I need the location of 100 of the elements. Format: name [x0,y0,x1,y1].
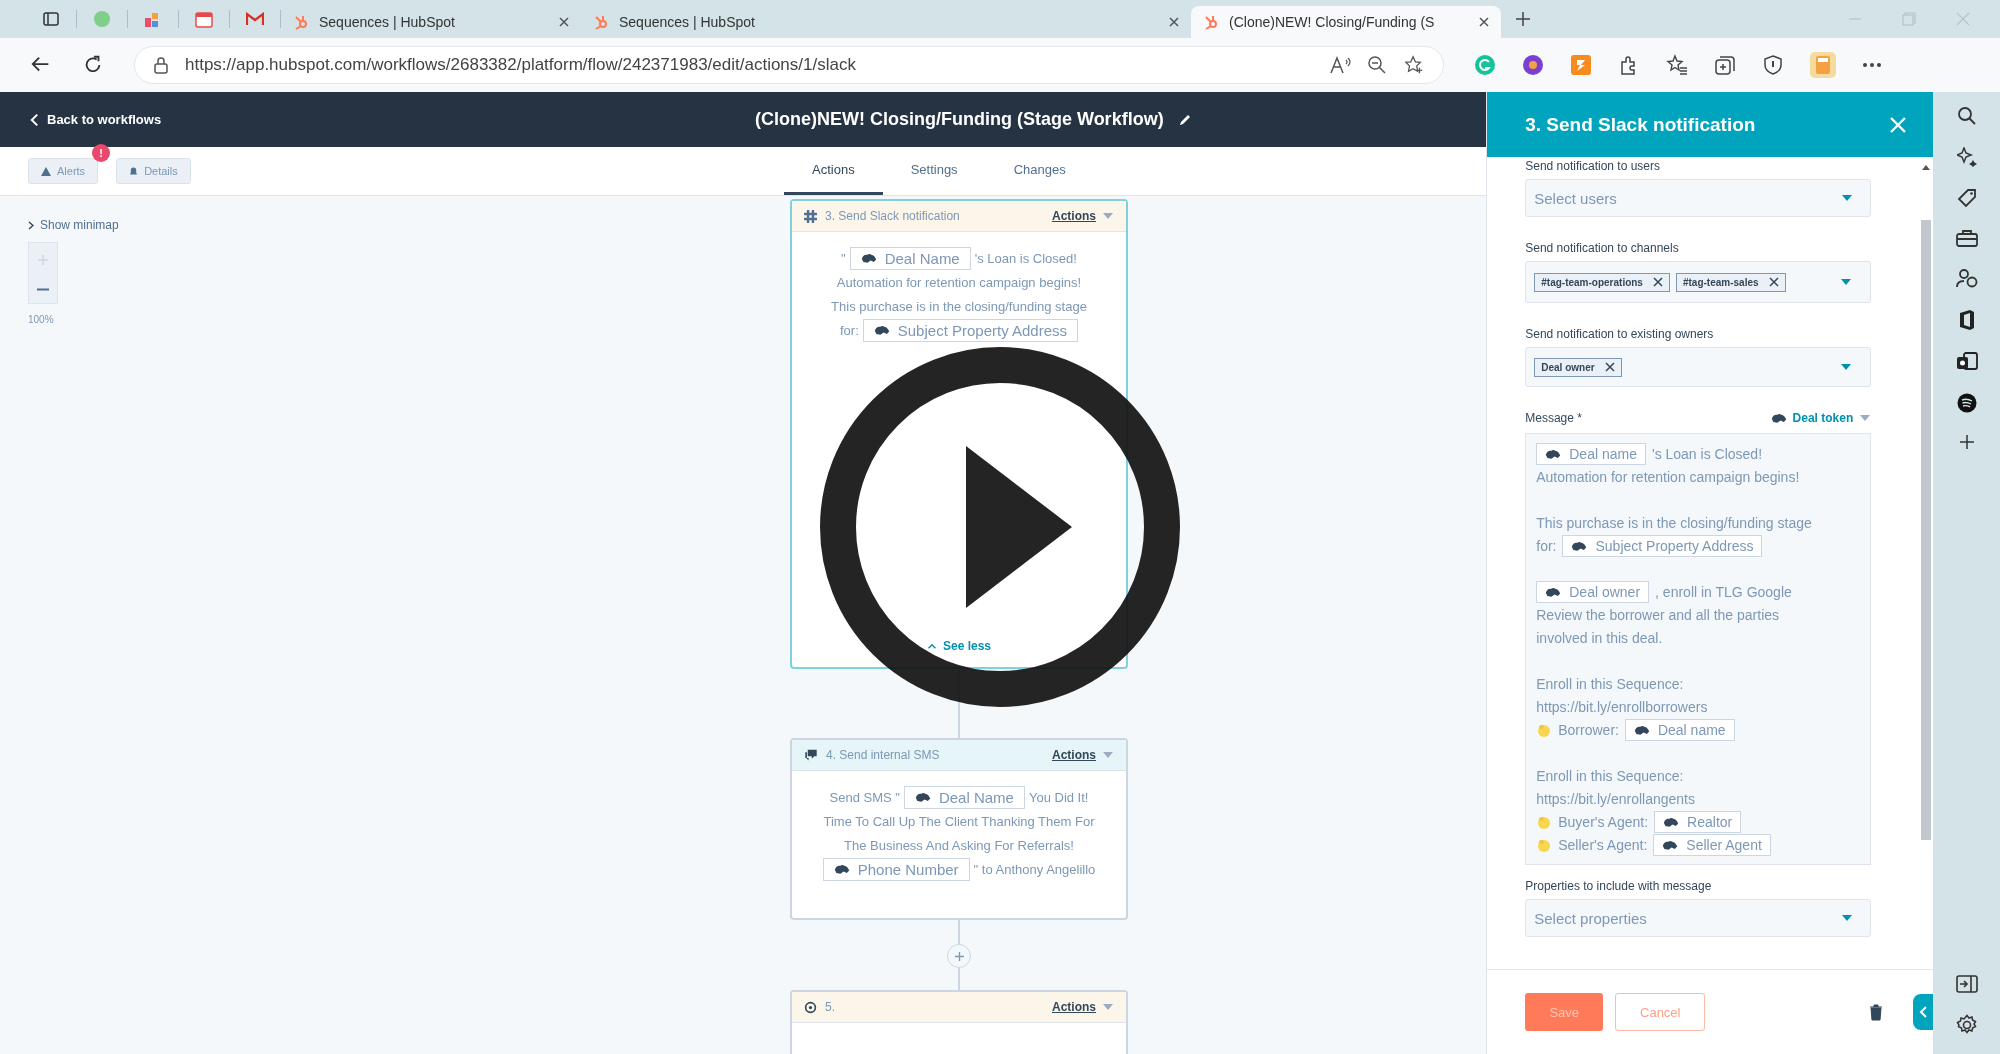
handshake-icon [833,863,850,875]
field-label: Send notification to channels [1525,241,1680,255]
trash-icon[interactable] [1869,1003,1884,1021]
message-text: Automation for retention campaign begins! [836,274,1082,290]
read-aloud-icon[interactable] [1329,55,1351,75]
search-icon[interactable] [1956,106,1977,126]
message-text: Automation for retention campaign begins! [1536,468,1800,485]
zoom-out-icon[interactable] [37,288,49,292]
select-field[interactable]: Select properties [1525,899,1872,937]
property-token[interactable]: Deal owner [1536,580,1650,603]
browser-tab[interactable]: Sequences | HubSpot [281,6,581,38]
slack-icon [804,209,817,223]
more-icon[interactable] [1862,62,1882,68]
actions-link[interactable]: Actions [1052,209,1096,223]
add-icon[interactable] [1958,434,1975,450]
person-icon[interactable] [1955,268,1978,288]
caret-icon [1859,414,1872,422]
multi-select-field[interactable]: #tag-team-operations #tag-team-sales [1525,261,1872,303]
collections-icon[interactable] [1714,54,1736,76]
token-menu[interactable]: Deal token [1770,411,1872,425]
bell-icon [129,166,139,176]
tag-chip[interactable]: #tag-team-operations [1534,272,1670,292]
chat-icon [804,748,818,762]
action-card[interactable]: 5. Actions [790,990,1128,1054]
property-token[interactable]: Seller Agent [1653,833,1771,856]
browser-tab[interactable]: (Clone)NEW! Closing/Funding (S [1191,6,1501,38]
tag-chip[interactable]: #tag-team-sales [1675,272,1786,292]
new-tab-icon[interactable] [1515,11,1531,27]
handshake-icon [1662,838,1679,851]
sprocket-icon [1203,14,1219,30]
action-card[interactable]: 4. Send internal SMS Actions Send SMS " Deal Name You Did It! Time To Call Up The Client Thanking Them For The Business And Asking For Referrals! Phone Number " to Anthony Angelillo [790,738,1128,920]
message-text: Borrower: [1558,721,1619,738]
briefcase-icon[interactable] [1955,229,1978,247]
handshake-icon [1633,723,1650,736]
star-plus-icon[interactable] [1403,55,1425,75]
caret-icon [1102,1003,1114,1011]
message-text: Send SMS " [829,789,900,805]
handshake-icon [873,324,890,336]
handshake-icon [1663,815,1680,828]
message-text: https://bit.ly/enrollborrowers [1536,698,1708,715]
collapse-button[interactable] [1913,994,1934,1030]
browser-tab[interactable]: Sequences | HubSpot [581,6,1191,38]
field-label: Send notification to existing owners [1525,327,1715,341]
property-token[interactable]: Deal name [1624,718,1735,741]
favorites-icon[interactable] [1666,54,1688,76]
music-icon[interactable] [1956,393,1977,413]
property-token[interactable]: Deal Name [849,246,971,270]
close-icon[interactable] [1479,17,1489,27]
add-step-button[interactable] [947,944,971,968]
property-token[interactable]: Realtor [1654,810,1742,833]
property-token[interactable]: Phone Number [822,857,970,881]
panel-title: 3. Send Slack notification [1525,113,1757,136]
sidebar-icon[interactable] [43,12,59,26]
caret-icon [1102,751,1114,759]
tag-chip[interactable]: Deal owner [1534,357,1622,377]
see-less-link[interactable]: See less [926,639,991,653]
card-title: 4. Send internal SMS [826,748,941,762]
play-button[interactable] [820,347,1180,707]
chevron-left-icon [1919,1006,1928,1018]
mail-calendar-icon[interactable] [1955,352,1978,372]
side-panel-icon[interactable] [1955,975,1978,993]
back-link[interactable]: Back to workflows [30,112,162,127]
close-icon[interactable] [1768,277,1779,287]
property-token[interactable]: Deal Name [903,785,1025,809]
tab[interactable]: Settings [882,147,986,195]
message-text: Enroll in this Sequence: [1536,675,1684,692]
close-icon[interactable] [1169,17,1179,27]
message-editor[interactable] [1525,433,1872,865]
workflow-title: (Clone)NEW! Closing/Funding (Stage Workflow) [755,109,1164,130]
handshake-icon [860,252,877,264]
property-token[interactable]: Subject Property Address [862,318,1079,342]
dot-circle-icon[interactable] [1522,54,1544,76]
field-label: Properties to include with message [1525,879,1713,893]
calendar-icon[interactable] [195,10,213,28]
select-field[interactable]: Select users [1525,179,1872,217]
warning-icon [41,166,51,176]
actions-link[interactable]: Actions [1052,748,1096,762]
card-title: 3. Send Slack notification [825,209,961,223]
sparkle-icon[interactable] [1956,147,1977,167]
close-icon[interactable] [559,17,569,27]
zoom-out-icon[interactable] [1367,55,1387,75]
lock-icon [153,56,169,74]
field-label: Send notification to users [1525,159,1661,173]
multi-select-field[interactable]: Deal owner [1525,347,1872,387]
settings-icon[interactable] [1955,1014,1978,1036]
pencil-icon[interactable] [1177,112,1192,127]
shield-icon[interactable] [1762,54,1784,76]
chevron-up-icon [926,642,937,650]
message-text: for: [1536,537,1557,554]
property-token[interactable]: Subject Property Address [1562,534,1763,557]
tag-icon[interactable] [1956,188,1977,208]
show-minimap-toggle[interactable]: Show minimap [28,218,790,232]
close-icon[interactable] [1604,362,1615,372]
close-icon[interactable] [1652,277,1663,287]
mail-icon[interactable] [246,12,264,26]
property-token[interactable]: Deal name [1536,442,1646,465]
address-bar[interactable]: https://app.hubspot.com/workflows/2683382/platform/flow/242371983/edit/actions/1/slack [134,46,1444,84]
office-icon[interactable] [1957,309,1976,331]
tab[interactable]: Changes [985,147,1094,195]
actions-link[interactable]: Actions [1052,1000,1096,1014]
